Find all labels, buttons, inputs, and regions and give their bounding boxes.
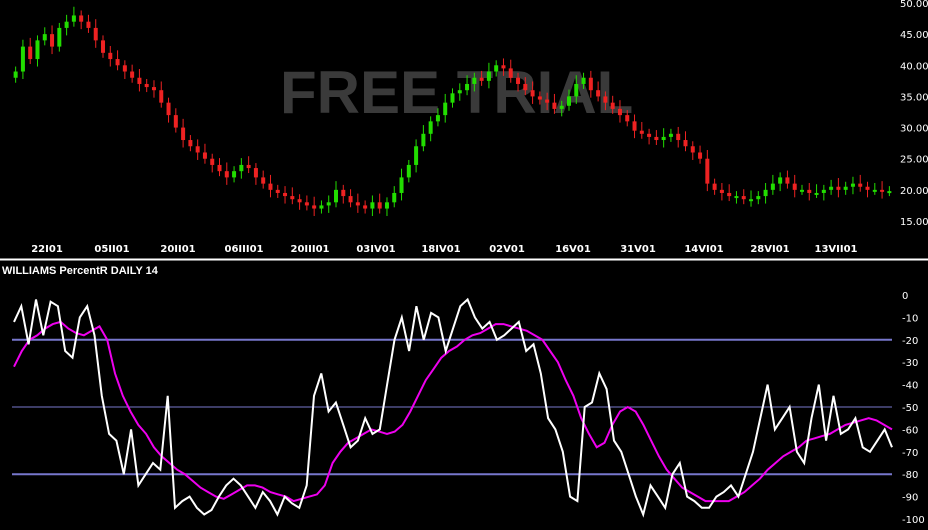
indicator-y-tick-label: 0 [902,291,908,302]
x-tick-label: 02V01 [489,244,525,255]
x-tick-label: 20II01 [160,244,195,255]
x-tick-label: 18IV01 [421,244,460,255]
stock-chart: FREE TRIAL 22I01 05II01 20II01 06III01 20III… [0,0,928,530]
price-y-tick-label: 50.00 [900,0,928,10]
price-y-tick-label: 15.00 [900,217,928,228]
x-tick-label: 05II01 [94,244,129,255]
x-tick-label: 16V01 [555,244,591,255]
x-tick-label: 22I01 [31,244,63,255]
indicator-y-tick-label: -50 [902,403,918,414]
x-tick-label: 13VII01 [814,244,857,255]
indicator-y-tick-label: -70 [902,448,918,459]
indicator-y-tick-label: -40 [902,381,918,392]
indicator-y-tick-label: -20 [902,336,918,347]
x-tick-label: 06III01 [225,244,264,255]
indicator-y-tick-label: -60 [902,425,918,436]
indicator-y-tick-label: -100 [902,515,925,526]
indicator-title: WILLIAMS PercentR DAILY 14 [2,265,159,277]
price-y-tick-label: 35.00 [900,92,928,103]
price-y-tick-label: 40.00 [900,61,928,72]
watermark-text: FREE TRIAL [280,59,633,126]
x-tick-label: 28VI01 [750,244,789,255]
indicator-y-tick-label: -90 [902,493,918,504]
x-tick-label: 31V01 [620,244,656,255]
indicator-y-tick-label: -80 [902,470,918,481]
indicator-y-tick-label: -30 [902,358,918,369]
indicator-y-tick-label: -10 [902,313,918,324]
x-tick-label: 03IV01 [356,244,395,255]
price-y-tick-label: 30.00 [900,124,928,135]
x-tick-label: 20III01 [291,244,330,255]
price-y-tick-label: 20.00 [900,186,928,197]
x-tick-label: 14VI01 [684,244,723,255]
price-y-tick-label: 45.00 [900,30,928,41]
price-y-tick-label: 25.00 [900,155,928,166]
